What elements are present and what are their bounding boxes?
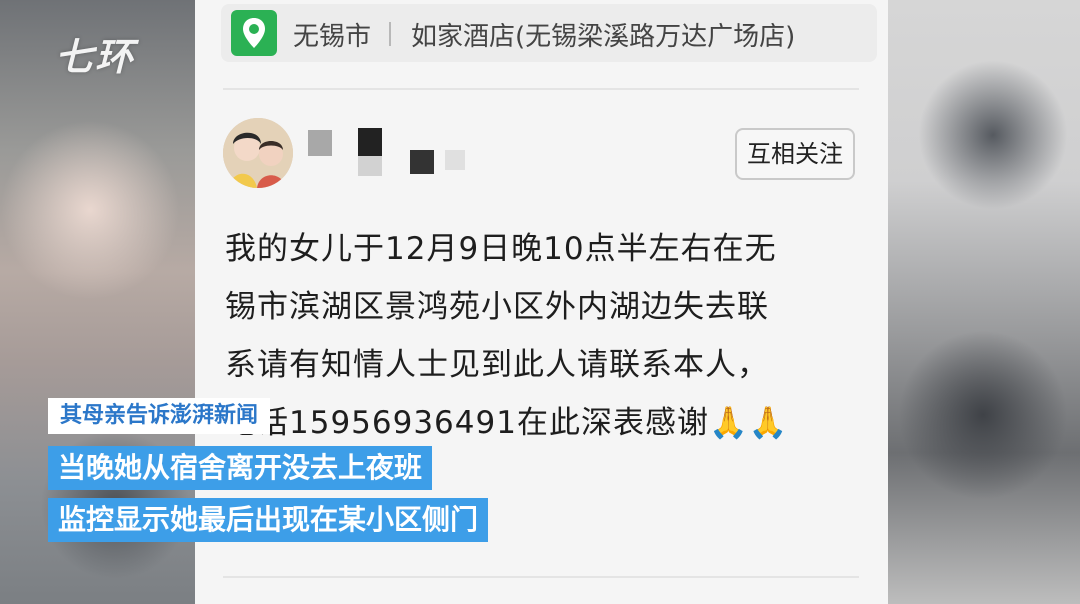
post-line: 锡市滨湖区景鸿苑小区外内湖边失去联 [225, 289, 769, 325]
blur-blob [0, 120, 180, 300]
blur-blob [898, 330, 1068, 500]
caption-line: 监控显示她最后出现在某小区侧门 [48, 498, 489, 542]
channel-watermark: 七环 [55, 35, 136, 79]
map-pin-icon [231, 10, 277, 56]
avatar[interactable] [223, 118, 293, 188]
divider [223, 576, 859, 578]
location-tag[interactable]: 无锡市 如家酒店(无锡梁溪路万达广场店) [221, 4, 877, 62]
caption-line: 当晚她从宿舍离开没去上夜班 [48, 446, 433, 490]
post-line: 电话15956936491在此深表感谢🙏🙏 [225, 405, 789, 441]
blur-blob [918, 60, 1068, 210]
post-line: 系请有知情人士见到此人请联系本人， [225, 347, 769, 383]
blurred-background-right [888, 0, 1080, 604]
caption-source: 其母亲告诉澎湃新闻 [48, 398, 271, 434]
mutual-follow-button[interactable]: 互相关注 [735, 128, 855, 180]
location-city: 无锡市 [293, 22, 372, 52]
post-line: 我的女儿于12月9日晚10点半左右在无 [225, 231, 777, 267]
post-body: 我的女儿于12月9日晚10点半左右在无 锡市滨湖区景鸿苑小区外内湖边失去联 系请… [225, 220, 865, 452]
location-place: 如家酒店(无锡梁溪路万达广场店) [411, 22, 796, 52]
divider [389, 22, 391, 46]
divider [223, 88, 859, 90]
